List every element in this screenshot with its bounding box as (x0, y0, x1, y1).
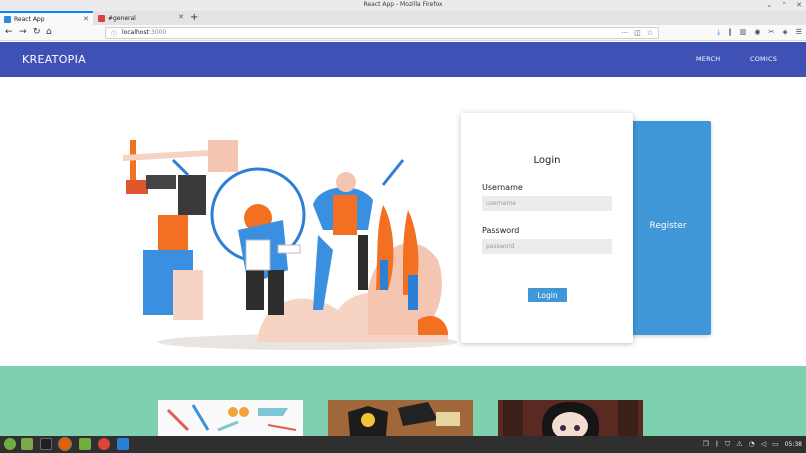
network-icon[interactable]: ◔ (749, 439, 755, 450)
chat-favicon-icon (98, 14, 105, 22)
art-supplies-tile[interactable] (158, 400, 303, 436)
battery-icon[interactable]: ▭ (772, 439, 779, 450)
vscode-icon[interactable] (117, 438, 129, 450)
screen: React App - Mozilla Firefox ⌄ ⌃ ✕ React … (0, 0, 806, 453)
react-favicon-icon (4, 15, 11, 23)
firefox-taskbar-icon[interactable] (58, 437, 72, 451)
window-controls: ⌄ ⌃ ✕ (766, 1, 802, 10)
password-label: Password (482, 226, 520, 235)
start-menu-icon[interactable] (4, 438, 16, 450)
app-navbar: KREATOPIA MERCH COMICS (0, 42, 806, 77)
menu-icon[interactable]: ☰ (796, 27, 802, 38)
pocket-icon[interactable]: ◫ (634, 28, 641, 38)
tab-label: #general (108, 14, 136, 22)
register-button[interactable]: Register (625, 221, 711, 231)
account-icon[interactable]: ◉ (754, 27, 760, 38)
show-desktop-icon[interactable] (21, 438, 33, 450)
close-icon[interactable]: ✕ (796, 1, 802, 10)
files-icon[interactable] (79, 438, 91, 450)
window-titlebar: React App - Mozilla Firefox ⌄ ⌃ ✕ (0, 0, 806, 11)
sidebar-icon[interactable]: ▥ (740, 27, 747, 38)
extension-icon[interactable]: ◈ (782, 27, 787, 38)
minimize-icon[interactable]: ⌄ (766, 1, 772, 10)
url-bar[interactable]: ⓘ localhost:3000 ··· ◫ ☆ (105, 27, 659, 39)
window-title: React App - Mozilla Firefox (363, 1, 443, 8)
tab-bar: React App ✕ #general ✕ (0, 11, 806, 25)
nav-toolbar: ← → ↻ ⌂ ⓘ localhost:3000 ··· ◫ ☆ ⤓ ‖ ▥ ◉… (0, 25, 806, 41)
maximize-icon[interactable]: ⌃ (781, 1, 787, 10)
login-card: Login Username Password Login (461, 113, 633, 343)
bluetooth-icon[interactable]: ᛒ (715, 439, 719, 450)
password-input[interactable] (482, 239, 612, 254)
volume-icon[interactable]: ◁ (761, 439, 766, 450)
system-tray: ❐ ᛒ ⛉ ⚠ ◔ ◁ ▭ 05:38 (703, 439, 802, 450)
forward-icon[interactable]: → (19, 27, 27, 38)
shield-icon[interactable]: ⛉ (725, 439, 730, 450)
tab-label: React App (14, 15, 45, 23)
workspace-icon[interactable]: ❐ (703, 439, 709, 450)
reload-icon[interactable]: ↻ (33, 27, 41, 38)
toolbar-right: ⤓ ‖ ▥ ◉ ✂ ◈ ☰ (717, 27, 802, 38)
download-icon[interactable]: ⤓ (717, 27, 720, 38)
info-icon[interactable]: ⓘ (111, 29, 117, 38)
nav-merch-link[interactable]: MERCH (696, 55, 720, 63)
comics-tile[interactable] (498, 400, 643, 436)
url-port: :3000 (148, 29, 167, 36)
brand-logo[interactable]: KREATOPIA (22, 53, 86, 66)
tab-general[interactable]: #general ✕ (94, 11, 188, 25)
url-text: localhost:3000 (122, 29, 166, 36)
url-actions: ··· ◫ ☆ (621, 28, 653, 38)
taskbar: ❐ ᛒ ⛉ ⚠ ◔ ◁ ▭ 05:38 (0, 436, 806, 453)
terminal-icon[interactable] (40, 438, 52, 450)
clock[interactable]: 05:38 (785, 439, 802, 450)
register-panel[interactable]: Register (625, 121, 711, 335)
url-host: localhost (122, 29, 149, 36)
screenshot-icon[interactable]: ✂ (768, 27, 774, 38)
login-title: Login (533, 155, 561, 166)
tab-close-icon[interactable]: ✕ (83, 15, 89, 23)
merch-tile[interactable] (328, 400, 473, 436)
chrome-icon[interactable] (98, 438, 110, 450)
warning-icon[interactable]: ⚠ (736, 439, 742, 450)
nav-comics-link[interactable]: COMICS (750, 55, 777, 63)
back-icon[interactable]: ← (5, 27, 13, 38)
tab-react-app[interactable]: React App ✕ (0, 11, 93, 25)
web-page: KREATOPIA MERCH COMICS Register Login Us… (0, 42, 806, 436)
hero-illustration (123, 140, 458, 350)
bookmark-star-icon[interactable]: ☆ (647, 28, 653, 38)
library-icon[interactable]: ‖ (728, 27, 732, 38)
username-label: Username (482, 183, 523, 192)
home-icon[interactable]: ⌂ (46, 27, 52, 38)
tab-close-icon[interactable]: ✕ (178, 13, 184, 21)
username-input[interactable] (482, 196, 612, 211)
new-tab-button[interactable]: + (190, 11, 198, 24)
login-button[interactable]: Login (528, 288, 567, 302)
page-actions-icon[interactable]: ··· (621, 28, 628, 38)
